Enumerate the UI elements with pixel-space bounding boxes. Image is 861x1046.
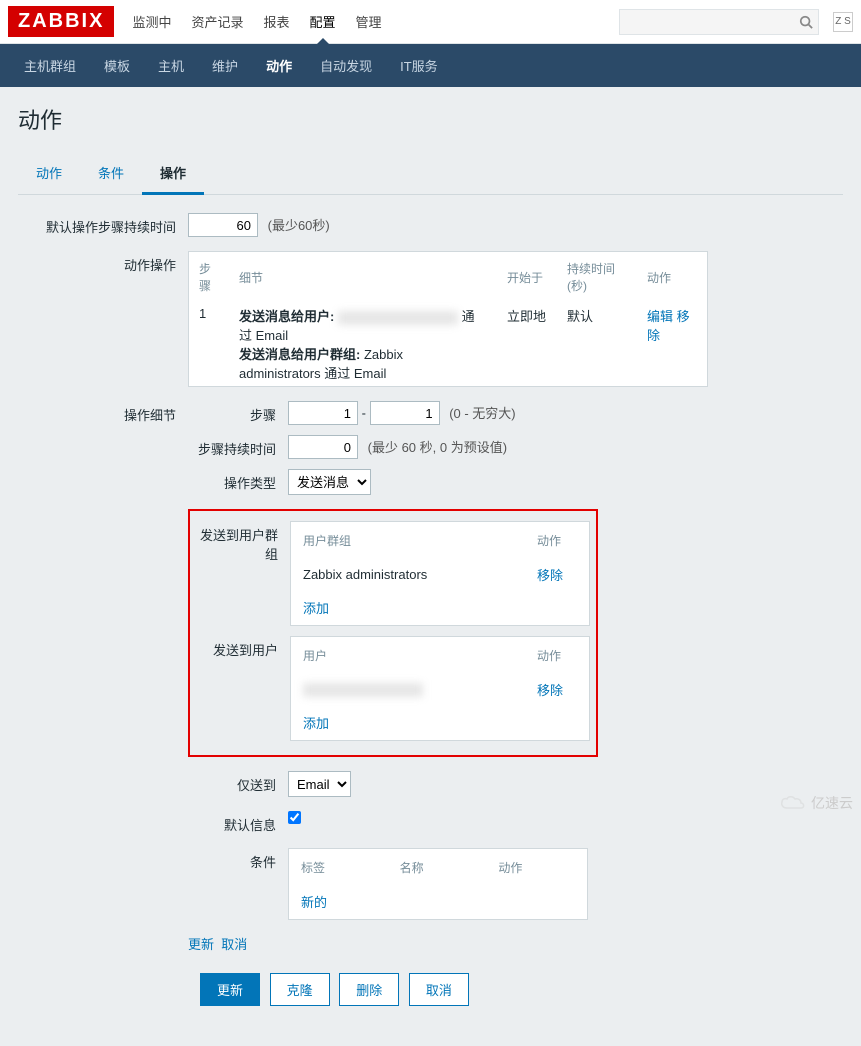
share-badge[interactable]: Z S — [833, 12, 853, 32]
select-only-to[interactable]: Email — [288, 771, 351, 797]
cond-new-link[interactable]: 新的 — [301, 895, 327, 910]
label-step-duration: 步骤持续时间 — [188, 435, 288, 458]
topnav-config[interactable]: 配置 — [310, 0, 336, 43]
table-row: Zabbix administrators 移除 — [293, 559, 587, 590]
tab-condition[interactable]: 条件 — [80, 153, 142, 194]
label-action-operation: 动作操作 — [18, 251, 188, 274]
col-details: 细节 — [229, 252, 497, 302]
topbar: ZABBIX 监测中 资产记录 报表 配置 管理 Z S — [0, 0, 861, 44]
cloud-icon — [779, 794, 807, 812]
search-input[interactable] — [620, 15, 794, 29]
cell-details: 发送消息给用户: 通过 Email 发送消息给用户群组: Zabbix admi… — [229, 302, 497, 386]
delete-button[interactable]: 删除 — [339, 973, 399, 1006]
table-row: 1 发送消息给用户: 通过 Email 发送消息给用户群组: Zabbix ad… — [189, 302, 707, 386]
clone-button[interactable]: 克隆 — [270, 973, 330, 1006]
logo[interactable]: ZABBIX — [8, 6, 114, 37]
cell-start: 立即地 — [497, 302, 557, 386]
cancel-button[interactable]: 取消 — [409, 973, 469, 1006]
input-step-duration[interactable] — [288, 435, 358, 459]
groups-col1: 用户群组 — [293, 524, 525, 557]
checkbox-default-msg[interactable] — [288, 811, 301, 824]
cell-duration: 默认 — [557, 302, 637, 386]
label-operation-type: 操作类型 — [188, 469, 288, 492]
label-send-users: 发送到用户 — [196, 636, 290, 659]
hint-step-duration: (最少 60 秒, 0 为预设值) — [368, 440, 507, 455]
topnav-inventory[interactable]: 资产记录 — [191, 0, 243, 43]
topnav-monitor[interactable]: 监测中 — [132, 0, 171, 43]
input-default-duration[interactable] — [188, 213, 258, 237]
cell-actions: 编辑 移除 — [637, 302, 707, 386]
label-steps: 步骤 — [188, 401, 288, 424]
search-box — [619, 9, 819, 35]
hint-steps: (0 - 无穷大) — [449, 406, 515, 421]
groups-add-link[interactable]: 添加 — [303, 601, 329, 616]
subnav-hosts[interactable]: 主机 — [144, 44, 198, 87]
label-default-msg: 默认信息 — [188, 811, 288, 834]
input-step-from[interactable] — [288, 401, 358, 425]
cell-step: 1 — [189, 302, 229, 386]
subnav-actions[interactable]: 动作 — [252, 44, 306, 87]
hint-default-duration: (最少60秒) — [268, 218, 330, 233]
col-start: 开始于 — [497, 252, 557, 302]
topnav: 监测中 资产记录 报表 配置 管理 — [132, 0, 619, 43]
users-col2: 动作 — [527, 639, 587, 672]
select-operation-type[interactable]: 发送消息 — [288, 469, 371, 495]
tab-operation[interactable]: 操作 — [142, 153, 204, 195]
users-col1: 用户 — [293, 639, 525, 672]
highlight-box: 发送到用户群组 用户群组 动作 Zabbix administrators 移除 — [188, 509, 598, 757]
inline-update-link[interactable]: 更新 — [188, 937, 214, 952]
search-icon[interactable] — [794, 10, 818, 34]
page: 动作 动作 条件 操作 默认操作步骤持续时间 (最少60秒) 动作操作 步骤 细… — [0, 87, 861, 1046]
op-edit-link[interactable]: 编辑 — [647, 309, 673, 324]
topnav-reports[interactable]: 报表 — [263, 0, 289, 43]
conditions-table: 标签 名称 动作 新的 — [288, 848, 588, 920]
subnav-discovery[interactable]: 自动发现 — [306, 44, 386, 87]
subnav: 主机群组 模板 主机 维护 动作 自动发现 IT服务 — [0, 44, 861, 87]
col-action: 动作 — [637, 252, 707, 302]
topnav-admin[interactable]: 管理 — [356, 0, 382, 43]
page-title: 动作 — [18, 103, 843, 135]
tab-action[interactable]: 动作 — [18, 153, 80, 194]
input-step-to[interactable] — [370, 401, 440, 425]
col-duration: 持续时间(秒) — [557, 252, 637, 302]
table-row: 移除 — [293, 674, 587, 705]
subnav-hostgroups[interactable]: 主机群组 — [10, 44, 90, 87]
subnav-maintenance[interactable]: 维护 — [198, 44, 252, 87]
button-bar: 更新 克隆 删除 取消 — [200, 973, 843, 1006]
users-table: 用户 动作 移除 添加 — [290, 636, 590, 741]
redacted-user-row — [303, 683, 423, 697]
groups-col2: 动作 — [527, 524, 587, 557]
users-add-link[interactable]: 添加 — [303, 716, 329, 731]
groups-remove-link[interactable]: 移除 — [537, 568, 563, 583]
tabs: 动作 条件 操作 — [18, 153, 843, 195]
groups-table: 用户群组 动作 Zabbix administrators 移除 添加 — [290, 521, 590, 626]
label-only-to: 仅送到 — [188, 771, 288, 794]
users-remove-link[interactable]: 移除 — [537, 683, 563, 698]
cond-col3: 动作 — [488, 851, 585, 884]
cond-col2: 名称 — [390, 851, 487, 884]
subnav-itservices[interactable]: IT服务 — [386, 44, 452, 87]
label-send-groups: 发送到用户群组 — [196, 521, 290, 563]
col-steps: 步骤 — [189, 252, 229, 302]
row-operation-details: 操作细节 步骤 - (0 - 无穷大) 步骤持续时间 (最少 60 秒, 0 为… — [18, 401, 843, 953]
inline-cancel-link[interactable]: 取消 — [221, 937, 247, 952]
row-action-operation: 动作操作 步骤 细节 开始于 持续时间(秒) 动作 1 发送消息给用户: 通过 … — [18, 251, 843, 387]
redacted-user — [338, 311, 458, 325]
watermark: 亿速云 — [779, 793, 853, 813]
groups-row1: Zabbix administrators — [293, 559, 525, 590]
operation-table: 步骤 细节 开始于 持续时间(秒) 动作 1 发送消息给用户: 通过 Email… — [188, 251, 708, 387]
subnav-templates[interactable]: 模板 — [90, 44, 144, 87]
label-default-duration: 默认操作步骤持续时间 — [18, 213, 188, 236]
label-operation-details: 操作细节 — [18, 401, 188, 424]
update-button[interactable]: 更新 — [200, 973, 260, 1006]
label-conditions: 条件 — [188, 848, 288, 871]
row-default-duration: 默认操作步骤持续时间 (最少60秒) — [18, 213, 843, 237]
cond-col1: 标签 — [291, 851, 388, 884]
